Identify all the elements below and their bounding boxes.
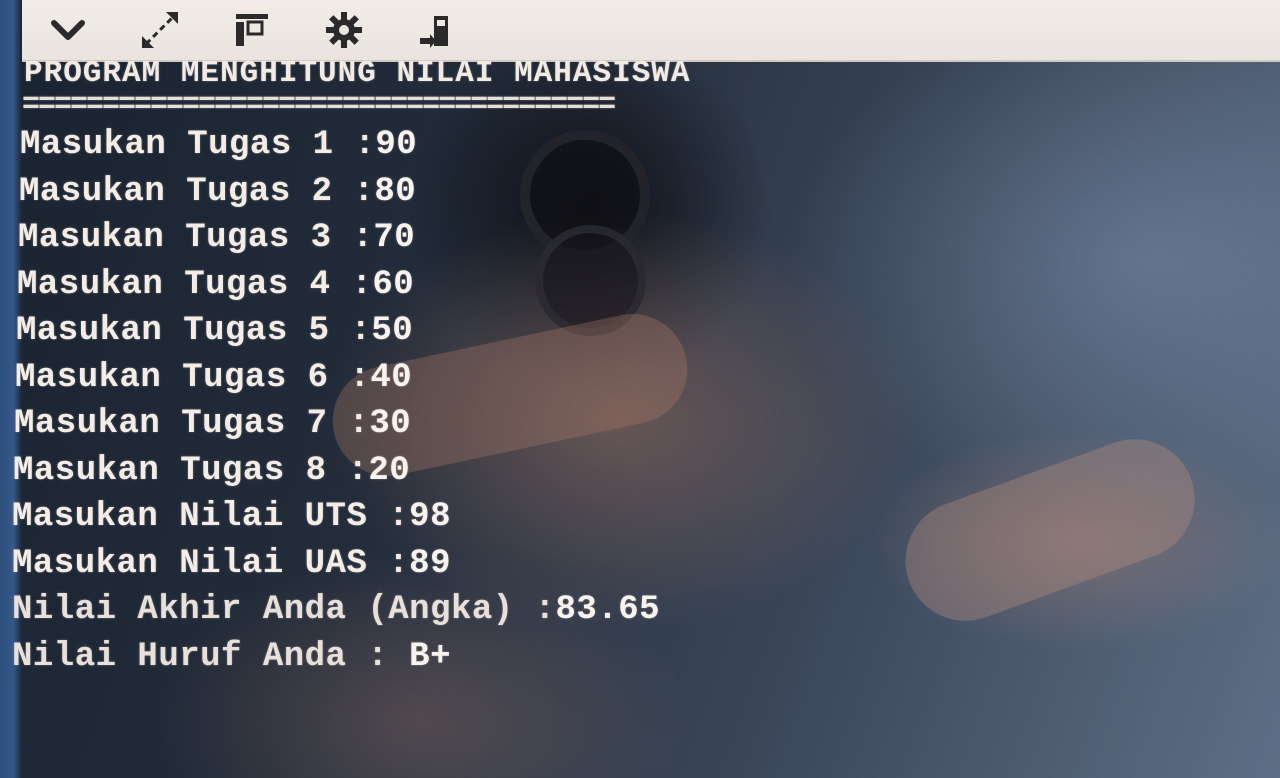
input-value: 30 xyxy=(369,405,412,443)
title-separator: ===================================== xyxy=(22,94,616,116)
layout-icon xyxy=(236,14,268,46)
input-value: 80 xyxy=(374,172,417,211)
program-title: PROGRAM MENGHITUNG NILAI MAHASISWA xyxy=(24,56,691,91)
run-button[interactable] xyxy=(390,0,482,60)
collapse-button[interactable] xyxy=(22,0,114,60)
input-label: Masukan Tugas 4 : xyxy=(17,265,373,304)
input-value: 89 xyxy=(409,544,451,583)
console-output: PROGRAM MENGHITUNG NILAI MAHASISWA =====… xyxy=(12,54,1212,680)
input-label: Masukan Tugas 7 : xyxy=(14,405,370,443)
input-label: Masukan Nilai UTS : xyxy=(12,498,410,536)
input-line-tugas-7: Masukan Tugas 7 :30 xyxy=(14,401,1212,448)
input-line-tugas-2: Masukan Tugas 2 :80 xyxy=(19,169,1212,216)
layout-button[interactable] xyxy=(206,0,298,60)
input-value: 70 xyxy=(373,219,416,257)
input-label: Masukan Tugas 8 : xyxy=(13,451,369,490)
input-line-tugas-3: Masukan Tugas 3 :70 xyxy=(18,215,1212,262)
input-line-tugas-6: Masukan Tugas 6 :40 xyxy=(15,355,1212,402)
letter-grade-label: Nilai Huruf Anda : xyxy=(12,637,410,676)
settings-button[interactable] xyxy=(298,0,390,60)
input-value: 40 xyxy=(370,358,413,397)
run-icon xyxy=(420,16,448,48)
letter-grade-value: B+ xyxy=(409,637,451,676)
input-value: 20 xyxy=(368,451,411,490)
input-value: 98 xyxy=(409,498,451,536)
final-score-line: Nilai Akhir Anda (Angka) :83.65 xyxy=(12,587,1212,634)
expand-arrows-icon xyxy=(142,12,178,48)
input-line-uts: Masukan Nilai UTS :98 xyxy=(12,494,1212,541)
input-value: 60 xyxy=(372,265,415,304)
maximize-button[interactable] xyxy=(114,0,206,60)
final-score-value: 83.65 xyxy=(555,591,661,629)
input-label: Masukan Tugas 5 : xyxy=(16,312,372,350)
final-score-label: Nilai Akhir Anda (Angka) : xyxy=(12,591,556,629)
letter-grade-line: Nilai Huruf Anda : B+ xyxy=(12,634,1212,681)
input-line-tugas-8: Masukan Tugas 8 :20 xyxy=(13,448,1212,495)
input-label: Masukan Nilai UAS : xyxy=(12,544,410,583)
input-value: 90 xyxy=(375,126,418,164)
input-line-tugas-1: Masukan Tugas 1 :90 xyxy=(20,122,1212,169)
input-line-uas: Masukan Nilai UAS :89 xyxy=(12,541,1212,588)
input-label: Masukan Tugas 1 : xyxy=(20,126,376,164)
input-label: Masukan Tugas 6 : xyxy=(15,358,371,397)
console-toolbar xyxy=(22,0,1280,62)
input-label: Masukan Tugas 2 : xyxy=(19,172,375,211)
input-line-tugas-5: Masukan Tugas 5 :50 xyxy=(16,308,1212,355)
chevron-down-icon xyxy=(51,20,85,40)
gear-icon xyxy=(326,12,362,48)
input-value: 50 xyxy=(371,312,414,350)
console-screen: PROGRAM MENGHITUNG NILAI MAHASISWA =====… xyxy=(0,0,1280,778)
input-line-tugas-4: Masukan Tugas 4 :60 xyxy=(17,262,1212,309)
input-label: Masukan Tugas 3 : xyxy=(18,219,374,257)
